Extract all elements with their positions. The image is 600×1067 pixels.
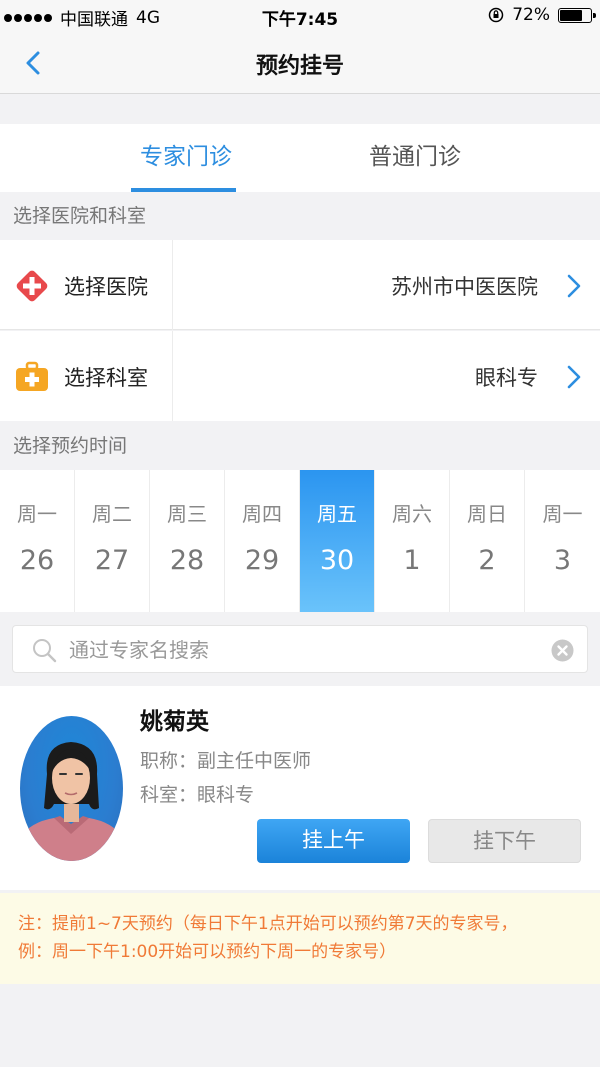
book-morning-button[interactable]: 挂上午 [257, 819, 410, 863]
expert-search-bar[interactable] [12, 625, 588, 673]
date-weekday: 周一 [17, 502, 57, 526]
status-bar: 中国联通 4G 下午7:45 72% [0, 0, 600, 32]
date-weekday: 周四 [242, 502, 282, 526]
doctor-photo [20, 742, 123, 861]
notice-line-1: 注：提前1~7天预约（每日下午1点开始可以预约第7天的专家号， [18, 914, 518, 934]
date-weekday: 周日 [467, 502, 507, 526]
date-day: 26 [19, 545, 55, 576]
doctor-department: 科室：眼科专 [140, 784, 255, 806]
clear-circle-icon[interactable] [550, 638, 575, 663]
search-icon [33, 639, 57, 663]
date-day: 1 [403, 545, 421, 576]
date-weekday: 周二 [92, 502, 132, 526]
select-hospital-label: 选择医院 [64, 275, 148, 299]
chevron-right-icon [567, 274, 581, 298]
medical-kit-icon [16, 361, 48, 391]
date-weekday: 周一 [542, 502, 583, 526]
clinic-tabs: 专家门诊 普通门诊 [0, 124, 600, 192]
selected-department-value: 眼科专 [475, 366, 538, 390]
battery-fill [560, 9, 582, 21]
date-weekday: 周三 [167, 502, 207, 526]
notice-line-2: 例：周一下午1:00开始可以预约下周一的专家号） [18, 942, 397, 962]
doctor-title: 职称：副主任中医师 [140, 750, 312, 772]
row-divider [172, 240, 173, 330]
select-department-label: 选择科室 [64, 366, 148, 390]
date-cell[interactable]: 周二 27 [75, 470, 150, 612]
date-day: 2 [478, 545, 496, 576]
date-cell[interactable]: 周六 1 [375, 470, 450, 612]
date-day: 3 [553, 545, 572, 576]
battery-icon [558, 7, 596, 23]
booking-notice: 注：提前1~7天预约（每日下午1点开始可以预约第7天的专家号， 例：周一下午1:… [0, 893, 600, 984]
doctor-card[interactable]: 姚菊英 职称：副主任中医师 科室：眼科专 挂上午 挂下午 [0, 686, 600, 890]
orientation-lock-icon [488, 7, 504, 23]
back-button[interactable] [18, 46, 52, 80]
date-cell[interactable]: 周日 2 [450, 470, 525, 612]
section-header-time: 选择预约时间 [0, 422, 600, 470]
row-divider [172, 331, 173, 421]
chevron-right-icon [567, 365, 581, 389]
medical-cross-icon [16, 270, 48, 302]
nav-bar: 预约挂号 [0, 32, 600, 94]
tab-expert-clinic[interactable]: 专家门诊 [111, 124, 261, 192]
date-weekday: 周六 [392, 502, 432, 526]
date-weekday: 周五 [317, 502, 357, 526]
section-header-hospital: 选择医院和科室 [0, 192, 600, 240]
search-input[interactable] [69, 636, 539, 664]
date-cell[interactable]: 周四 29 [225, 470, 300, 612]
chevron-left-icon [26, 51, 40, 75]
date-day: 28 [169, 545, 205, 576]
tab-general-clinic[interactable]: 普通门诊 [340, 124, 490, 192]
date-day: 27 [94, 545, 130, 576]
page-title: 预约挂号 [255, 54, 344, 79]
selected-hospital-value: 苏州市中医医院 [391, 275, 538, 299]
date-cell[interactable]: 周一 3 [525, 470, 600, 612]
date-day: 30 [319, 545, 355, 576]
select-hospital-row[interactable]: 选择医院 苏州市中医医院 [0, 240, 600, 330]
date-picker: 周一 26 周二 27 周三 28 周四 29 周五 30 周六 1 周日 2 周一 3 [0, 470, 600, 612]
battery-percent: 72% [512, 5, 550, 25]
date-cell[interactable]: 周三 28 [150, 470, 225, 612]
doctor-avatar [20, 716, 123, 861]
date-cell-selected[interactable]: 周五 30 [300, 470, 375, 612]
doctor-name: 姚菊英 [140, 709, 209, 735]
select-department-row[interactable]: 选择科室 眼科专 [0, 331, 600, 421]
date-cell[interactable]: 周一 26 [0, 470, 75, 612]
date-day: 29 [244, 545, 280, 576]
book-afternoon-button[interactable]: 挂下午 [428, 819, 581, 863]
status-right: 72% [488, 5, 596, 25]
